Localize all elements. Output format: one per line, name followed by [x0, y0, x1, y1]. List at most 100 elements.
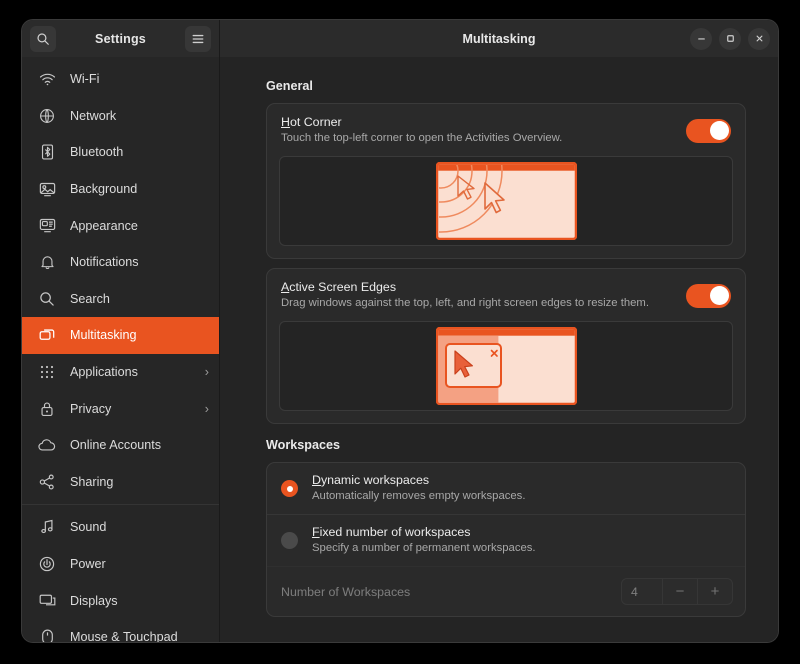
close-button[interactable] — [748, 27, 770, 50]
settings-window: Settings Multitasking Wi-Fi Network Blue… — [22, 20, 778, 642]
appearance-icon — [36, 217, 58, 235]
multitasking-settings-panel: General Hot Corner Touch the top-left co… — [220, 57, 778, 642]
sidebar-separator — [22, 504, 219, 506]
dynamic-workspaces-radio[interactable] — [281, 480, 298, 497]
toggle-knob — [709, 286, 729, 305]
hot-corner-texts: Hot Corner Touch the top-left corner to … — [281, 115, 686, 146]
header-bar: Settings Multitasking — [22, 20, 778, 57]
wifi-icon — [36, 70, 58, 88]
hot-corner-title: Hot Corner — [281, 115, 686, 130]
dynamic-workspaces-title: Dynamic workspaces — [312, 473, 731, 488]
sidebar-item-background[interactable]: Background — [22, 171, 219, 208]
multitasking-windows-icon — [36, 326, 58, 344]
sidebar-item-label: Online Accounts — [70, 438, 162, 453]
hot-corner-mnemonic: H — [281, 115, 290, 129]
minimize-button[interactable] — [690, 27, 712, 50]
lock-icon — [36, 400, 58, 418]
dynamic-workspaces-title-rest: ynamic workspaces — [320, 473, 430, 487]
sidebar-item-label: Displays — [70, 593, 118, 608]
page-header: Multitasking — [220, 20, 778, 57]
sidebar-item-appearance[interactable]: Appearance — [22, 207, 219, 244]
hot-corner-title-rest: ot Corner — [289, 115, 342, 129]
dynamic-workspaces-option[interactable]: Dynamic workspaces Automatically removes… — [267, 463, 745, 514]
sidebar-item-label: Sharing — [70, 474, 114, 489]
chevron-right-icon: › — [204, 365, 209, 380]
sidebar-item-online-accounts[interactable]: Online Accounts — [22, 427, 219, 464]
sidebar-item-wifi[interactable]: Wi-Fi — [22, 61, 219, 98]
hot-corner-row: Hot Corner Touch the top-left corner to … — [267, 104, 745, 156]
sidebar-item-label: Privacy — [70, 401, 112, 416]
sidebar-item-label: Notifications — [70, 255, 139, 270]
maximize-button[interactable] — [719, 27, 741, 50]
displays-icon — [36, 592, 58, 610]
decrement-button[interactable]: − — [662, 579, 697, 604]
number-of-workspaces-label: Number of Workspaces — [281, 584, 411, 599]
sidebar-item-label: Background — [70, 182, 138, 197]
sidebar-item-notifications[interactable]: Notifications — [22, 244, 219, 281]
power-icon — [36, 555, 58, 573]
increment-button[interactable]: + — [697, 579, 732, 604]
sidebar-header: Settings — [22, 20, 220, 57]
fixed-workspaces-radio[interactable] — [281, 532, 298, 549]
background-monitor-icon — [36, 180, 58, 198]
sidebar-item-label: Applications — [70, 365, 138, 380]
mouse-icon — [36, 628, 58, 642]
sidebar-item-label: Network — [70, 108, 117, 123]
dynamic-workspaces-mnemonic: D — [312, 473, 321, 487]
hot-corner-toggle[interactable] — [686, 118, 731, 143]
window-body: Wi-Fi Network Bluetooth Background Appea… — [22, 57, 778, 642]
hot-corner-illustration — [279, 156, 733, 246]
sidebar-item-label: Appearance — [70, 218, 138, 233]
settings-sidebar[interactable]: Wi-Fi Network Bluetooth Background Appea… — [22, 57, 220, 642]
fixed-workspaces-mnemonic: F — [312, 525, 320, 539]
sidebar-item-sharing[interactable]: Sharing — [22, 464, 219, 501]
sidebar-item-label: Sound — [70, 520, 107, 535]
grid-apps-icon — [36, 363, 58, 381]
bell-icon — [36, 253, 58, 271]
main-menu-button[interactable] — [185, 25, 211, 52]
hot-corner-card: Hot Corner Touch the top-left corner to … — [266, 103, 746, 259]
app-title: Settings — [95, 31, 146, 46]
sidebar-item-mouse-touchpad[interactable]: Mouse & Touchpad — [22, 619, 219, 642]
sidebar-item-search[interactable]: Search — [22, 281, 219, 318]
toggle-knob — [709, 121, 729, 140]
sidebar-item-label: Wi-Fi — [70, 72, 100, 87]
fixed-workspaces-title-rest: ixed number of workspaces — [319, 525, 471, 539]
dynamic-workspaces-subtitle: Automatically removes empty workspaces. — [312, 490, 526, 502]
fixed-workspaces-subtitle: Specify a number of permanent workspaces… — [312, 542, 536, 554]
sidebar-item-applications[interactable]: Applications › — [22, 354, 219, 391]
sidebar-item-bluetooth[interactable]: Bluetooth — [22, 134, 219, 171]
number-of-workspaces-stepper[interactable]: 4 − + — [621, 578, 733, 605]
search-button[interactable] — [30, 25, 56, 52]
network-globe-icon — [36, 107, 58, 125]
active-screen-edges-title-rest: ctive Screen Edges — [289, 280, 397, 294]
fixed-workspaces-title: Fixed number of workspaces — [312, 525, 731, 540]
general-section-heading: General — [266, 79, 313, 93]
sidebar-item-privacy[interactable]: Privacy › — [22, 390, 219, 427]
chevron-right-icon: › — [204, 401, 209, 416]
workspaces-section-heading: Workspaces — [266, 438, 340, 452]
sidebar-item-label: Power — [70, 557, 106, 572]
music-note-icon — [36, 518, 58, 536]
active-screen-edges-texts: Active Screen Edges Drag windows against… — [281, 280, 686, 311]
active-screen-edges-toggle[interactable] — [686, 283, 731, 308]
number-of-workspaces-value[interactable]: 4 — [622, 579, 662, 604]
sidebar-item-sound[interactable]: Sound — [22, 509, 219, 546]
search-icon — [36, 290, 58, 308]
workspaces-card: Dynamic workspaces Automatically removes… — [266, 462, 746, 617]
active-screen-edges-subtitle: Drag windows against the top, left, and … — [281, 297, 649, 309]
share-nodes-icon — [36, 473, 58, 491]
sidebar-item-label: Search — [70, 291, 110, 306]
sidebar-item-label: Bluetooth — [70, 145, 124, 160]
sidebar-item-power[interactable]: Power — [22, 546, 219, 583]
number-of-workspaces-row: Number of Workspaces 4 − + — [267, 566, 745, 616]
fixed-workspaces-option[interactable]: Fixed number of workspaces Specify a num… — [267, 514, 745, 566]
sidebar-item-displays[interactable]: Displays — [22, 582, 219, 619]
active-screen-edges-card: Active Screen Edges Drag windows against… — [266, 268, 746, 424]
sidebar-item-label: Mouse & Touchpad — [70, 630, 178, 642]
sidebar-item-multitasking[interactable]: Multitasking — [22, 317, 219, 354]
sidebar-item-network[interactable]: Network — [22, 98, 219, 135]
radio-dot — [286, 485, 293, 492]
cloud-icon — [36, 436, 58, 454]
active-screen-edges-title: Active Screen Edges — [281, 280, 686, 295]
